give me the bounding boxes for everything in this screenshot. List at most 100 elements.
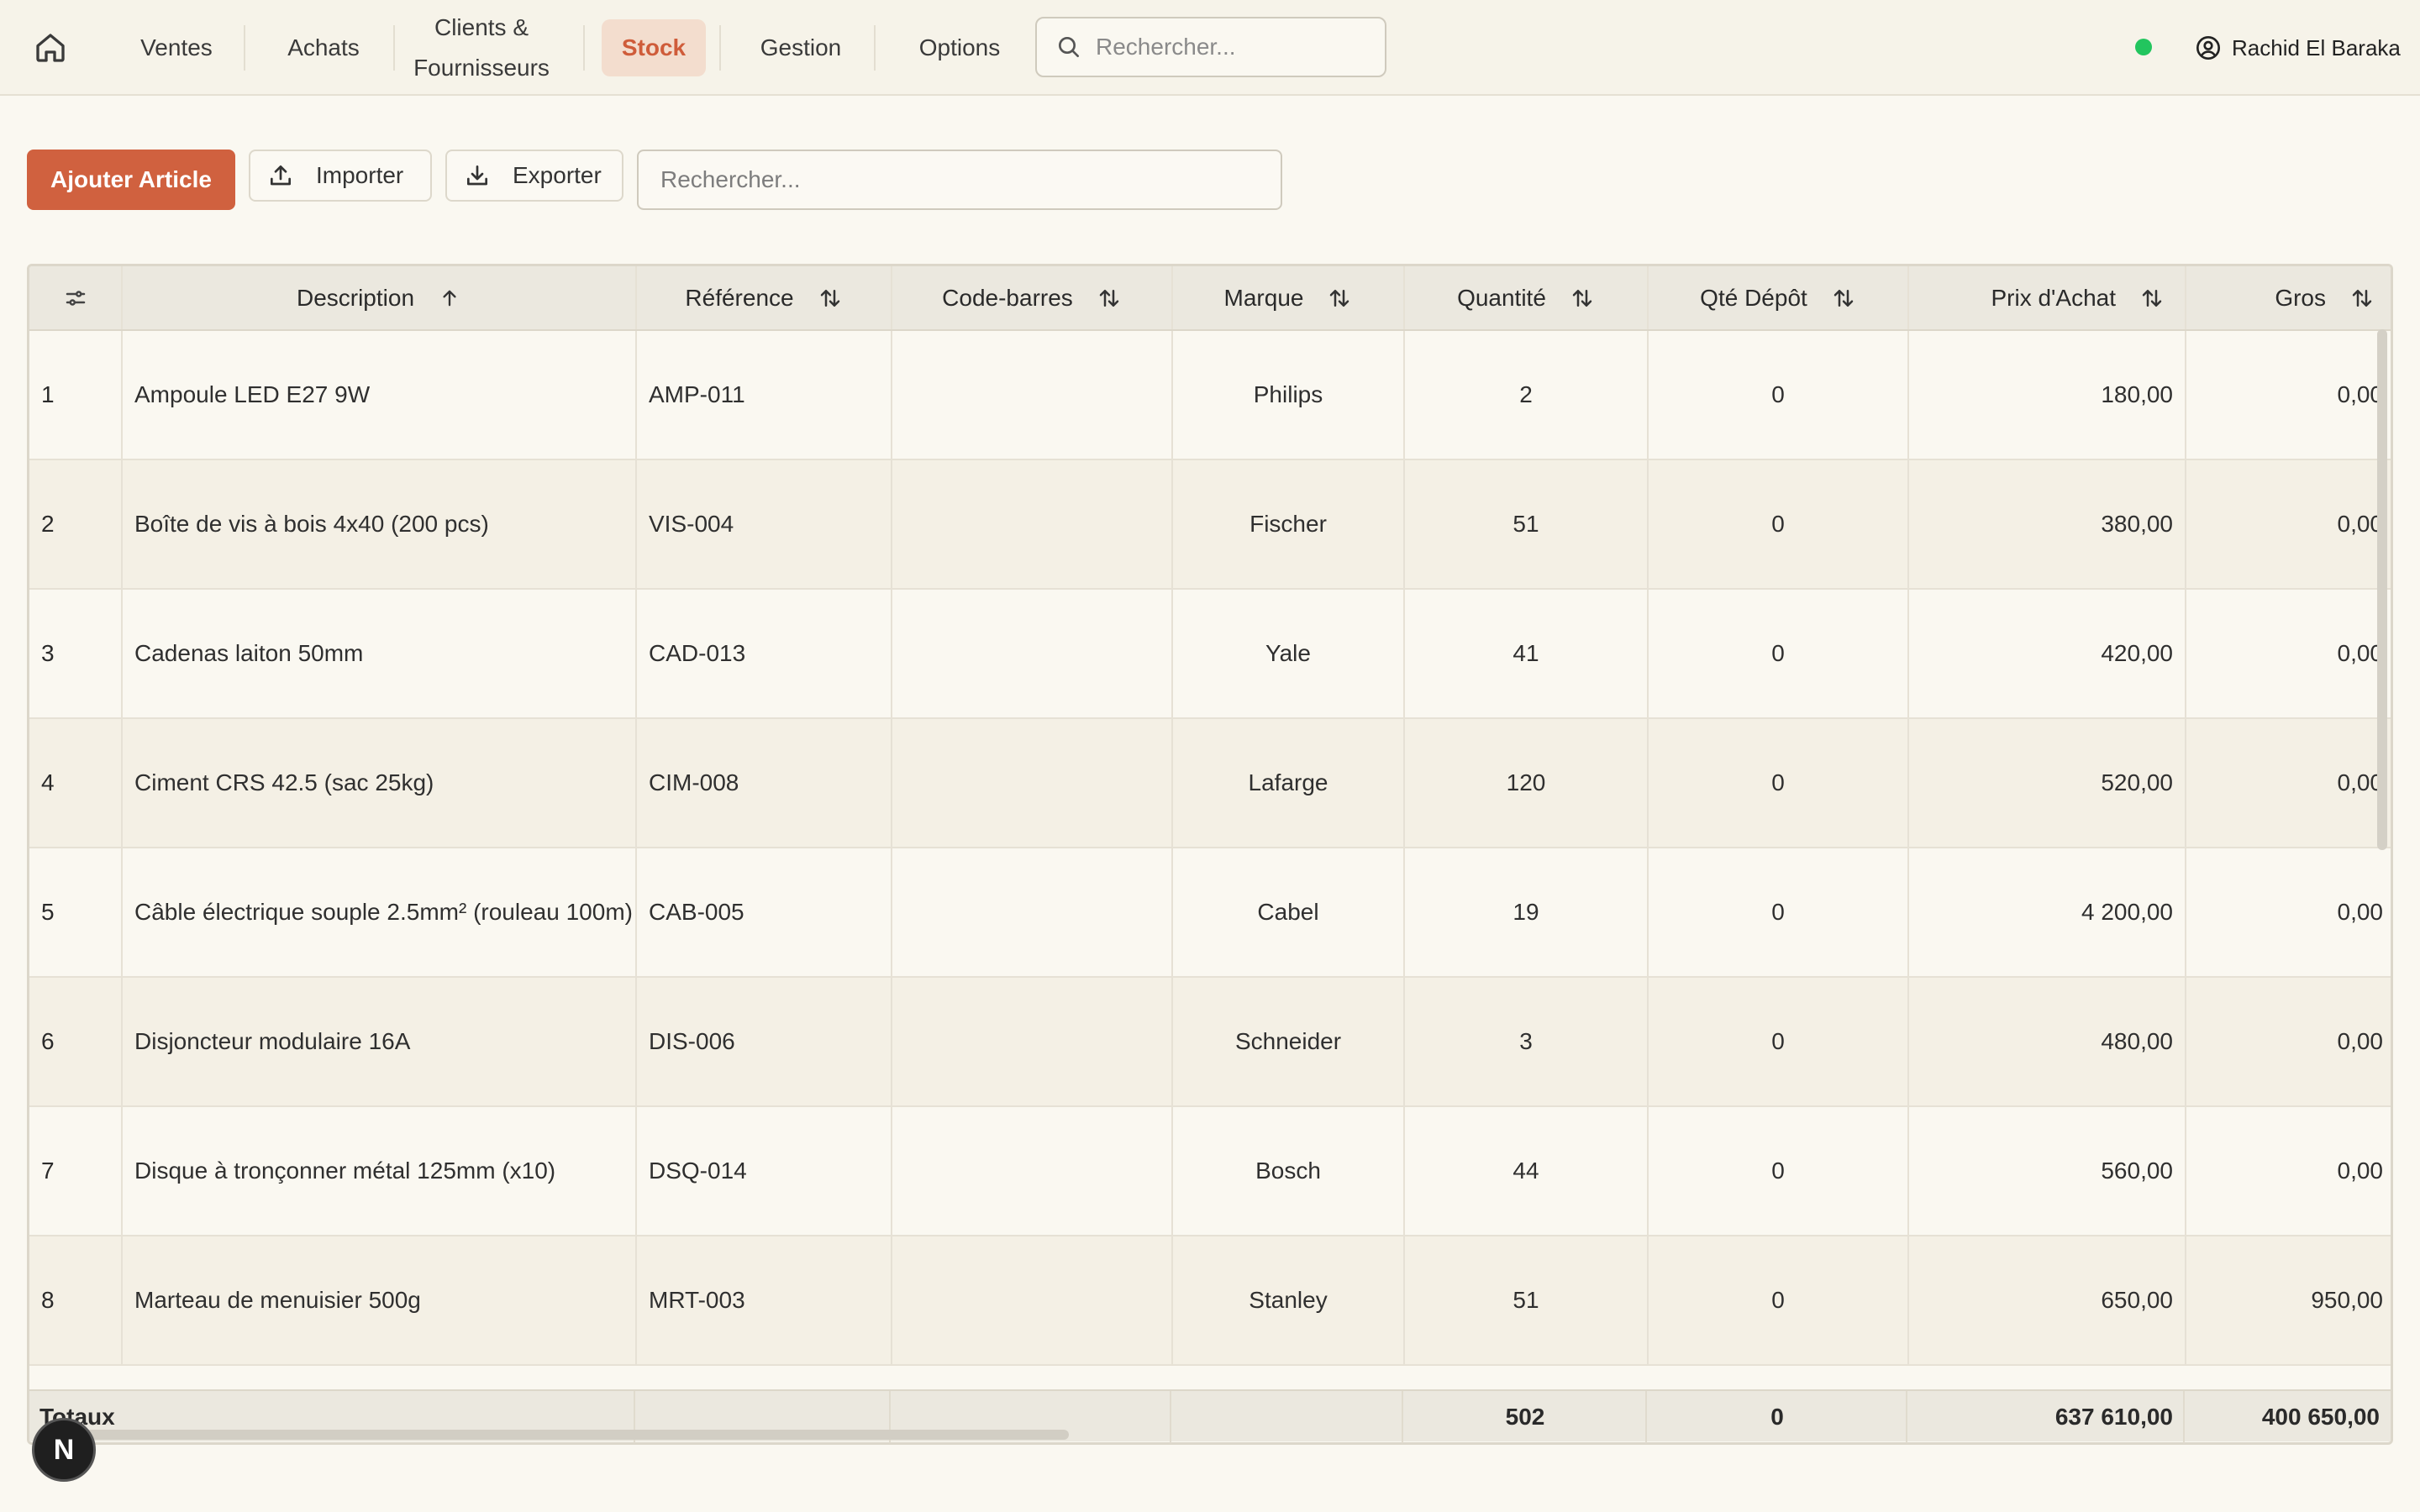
cell-barcode xyxy=(892,848,1173,977)
totals-depot-qty: 0 xyxy=(1770,1404,1784,1430)
dev-tools-badge[interactable]: N xyxy=(32,1418,96,1482)
table-row[interactable]: 1 Ampoule LED E27 9W AMP-011 Philips 2 0… xyxy=(29,330,2391,459)
cell-reference: CIM-008 xyxy=(636,718,892,848)
column-divider xyxy=(1170,1391,1171,1443)
status-indicator xyxy=(2135,39,2152,55)
cell-barcode xyxy=(892,1236,1173,1365)
cell-description: Ampoule LED E27 9W xyxy=(122,330,637,459)
cell-description: Câble électrique souple 2.5mm² (rouleau … xyxy=(122,848,637,977)
nav-separator xyxy=(583,25,585,71)
cell-quantity: 44 xyxy=(1404,1106,1649,1236)
cell-reference: CAD-013 xyxy=(636,589,892,718)
cell-quantity: 41 xyxy=(1404,589,1649,718)
row-number: 6 xyxy=(29,977,123,1106)
cell-reference: CAB-005 xyxy=(636,848,892,977)
header-description[interactable]: Description xyxy=(122,266,637,331)
cell-purchase-price: 4 200,00 xyxy=(1908,848,2186,977)
table-header-row: Description Référence Code-barres Marque… xyxy=(29,266,2391,331)
row-number: 3 xyxy=(29,589,123,718)
table-row[interactable]: 8 Marteau de menuisier 500g MRT-003 Stan… xyxy=(29,1236,2391,1365)
vertical-scrollbar[interactable] xyxy=(2377,329,2387,850)
cell-quantity: 2 xyxy=(1404,330,1649,459)
home-button[interactable] xyxy=(30,28,71,68)
totals-wholesale: 400 650,00 xyxy=(2261,1404,2380,1430)
import-button[interactable]: Importer xyxy=(249,150,432,202)
nav-stock[interactable]: Stock xyxy=(598,0,709,96)
cell-brand: Cabel xyxy=(1172,848,1405,977)
user-circle-icon xyxy=(2196,36,2220,60)
cell-quantity: 19 xyxy=(1404,848,1649,977)
cell-brand: Fischer xyxy=(1172,459,1405,589)
cell-wholesale: 0,00 xyxy=(2186,459,2391,589)
sliders-icon xyxy=(66,290,85,306)
cell-depot-qty: 0 xyxy=(1648,1236,1909,1365)
table-search-input[interactable] xyxy=(637,150,1282,210)
cell-reference: AMP-011 xyxy=(636,330,892,459)
header-barcode[interactable]: Code-barres xyxy=(892,266,1173,331)
row-number: 2 xyxy=(29,459,123,589)
row-number: 8 xyxy=(29,1236,123,1365)
cell-purchase-price: 380,00 xyxy=(1908,459,2186,589)
cell-depot-qty: 0 xyxy=(1648,977,1909,1106)
stock-table-grid: Description Référence Code-barres Marque… xyxy=(29,266,2391,1366)
row-number: 4 xyxy=(29,718,123,848)
cell-barcode xyxy=(892,330,1173,459)
cell-description: Marteau de menuisier 500g xyxy=(122,1236,637,1365)
cell-description: Disjoncteur modulaire 16A xyxy=(122,977,637,1106)
nav-ventes[interactable]: Ventes xyxy=(126,0,227,96)
export-button[interactable]: Exporter xyxy=(445,150,623,202)
cell-description: Disque à tronçonner métal 125mm (x10) xyxy=(122,1106,637,1236)
sort-arrows-icon xyxy=(1833,289,1854,307)
global-search-input[interactable] xyxy=(1096,34,1381,60)
header-quantity[interactable]: Quantité xyxy=(1404,266,1649,331)
cell-description: Cadenas laiton 50mm xyxy=(122,589,637,718)
cell-quantity: 120 xyxy=(1404,718,1649,848)
cell-wholesale: 0,00 xyxy=(2186,977,2391,1106)
cell-quantity: 3 xyxy=(1404,977,1649,1106)
cell-depot-qty: 0 xyxy=(1648,1106,1909,1236)
column-settings-header[interactable] xyxy=(29,266,123,331)
header-wholesale[interactable]: Gros xyxy=(2186,266,2391,331)
horizontal-scrollbar[interactable] xyxy=(71,1430,1069,1440)
nav-separator xyxy=(244,25,245,71)
arrow-up-icon xyxy=(443,290,456,306)
cell-brand: Lafarge xyxy=(1172,718,1405,848)
global-search[interactable] xyxy=(1035,17,1386,77)
top-navigation: Ventes Achats Clients & Fournisseurs Sto… xyxy=(0,0,2420,96)
nav-separator xyxy=(719,25,721,71)
header-brand[interactable]: Marque xyxy=(1172,266,1405,331)
table-row[interactable]: 4 Ciment CRS 42.5 (sac 25kg) CIM-008 Laf… xyxy=(29,718,2391,848)
table-row[interactable]: 5 Câble électrique souple 2.5mm² (roulea… xyxy=(29,848,2391,977)
nav-options[interactable]: Options xyxy=(899,0,1020,96)
nav-gestion[interactable]: Gestion xyxy=(739,0,862,96)
cell-description: Boîte de vis à bois 4x40 (200 pcs) xyxy=(122,459,637,589)
cell-depot-qty: 0 xyxy=(1648,589,1909,718)
cell-reference: DIS-006 xyxy=(636,977,892,1106)
table-row[interactable]: 3 Cadenas laiton 50mm CAD-013 Yale 41 0 … xyxy=(29,589,2391,718)
table-row[interactable]: 2 Boîte de vis à bois 4x40 (200 pcs) VIS… xyxy=(29,459,2391,589)
cell-barcode xyxy=(892,977,1173,1106)
user-name: Rachid El Baraka xyxy=(2232,34,2401,60)
table-row[interactable]: 7 Disque à tronçonner métal 125mm (x10) … xyxy=(29,1106,2391,1236)
user-menu[interactable]: Rachid El Baraka xyxy=(2195,29,2401,67)
stock-table: Description Référence Code-barres Marque… xyxy=(27,264,2393,1445)
header-depot-qty[interactable]: Qté Dépôt xyxy=(1648,266,1909,331)
header-reference[interactable]: Référence xyxy=(636,266,892,331)
cell-brand: Yale xyxy=(1172,589,1405,718)
header-purchase-price[interactable]: Prix d'Achat xyxy=(1908,266,2186,331)
row-number: 5 xyxy=(29,848,123,977)
totals-purchase-price: 637 610,00 xyxy=(2054,1404,2173,1430)
upload-icon xyxy=(271,165,291,186)
sort-arrows-icon xyxy=(1330,289,1349,307)
cell-purchase-price: 650,00 xyxy=(1908,1236,2186,1365)
cell-wholesale: 0,00 xyxy=(2186,589,2391,718)
table-row[interactable]: 6 Disjoncteur modulaire 16A DIS-006 Schn… xyxy=(29,977,2391,1106)
add-article-button[interactable]: Ajouter Article xyxy=(27,150,235,210)
nav-achats[interactable]: Achats xyxy=(269,0,378,96)
sort-arrows-icon xyxy=(1572,289,1592,307)
sort-arrows-icon xyxy=(1099,289,1119,307)
totals-quantity: 502 xyxy=(1505,1404,1545,1430)
search-icon xyxy=(1059,37,1079,57)
cell-description: Ciment CRS 42.5 (sac 25kg) xyxy=(122,718,637,848)
nav-clients-fournisseurs[interactable]: Clients & Fournisseurs xyxy=(403,0,560,96)
